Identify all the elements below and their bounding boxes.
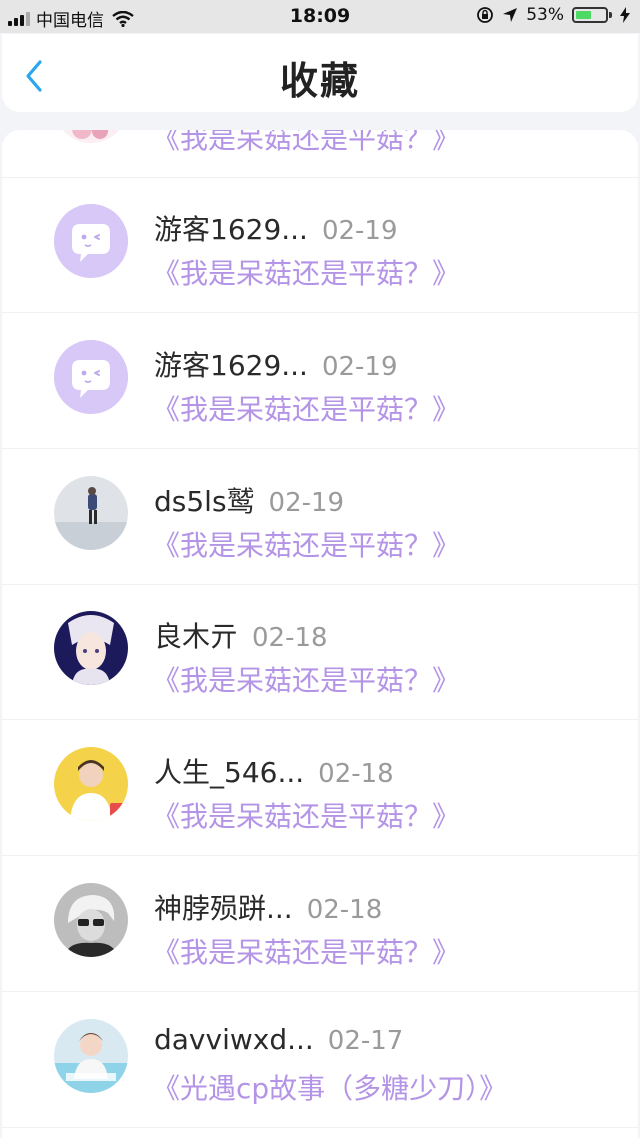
favorites-list[interactable]: 《我是呆菇还是平菇？》 游客1629... 02-19 《我是呆菇还是平菇？》 (2, 130, 638, 1138)
item-date: 02-19 (268, 488, 345, 518)
user-name: davviwxd... (154, 1023, 314, 1056)
item-date: 02-18 (252, 623, 328, 653)
avatar (54, 130, 128, 143)
item-date: 02-19 (321, 352, 398, 382)
list-item[interactable]: 人生_546... 02-18 《我是呆菇还是平菇？》 (2, 721, 638, 856)
item-date: 02-19 (321, 216, 398, 246)
item-meta: 游客1629... 02-19 (154, 208, 398, 248)
user-name: ds5ls鹫 (154, 485, 255, 518)
divider (2, 719, 638, 720)
story-title[interactable]: 《我是呆菇还是平菇？》 (152, 659, 460, 699)
user-name: 人生_546... (154, 756, 305, 789)
battery-level (576, 11, 591, 19)
battery-percent: 53% (526, 5, 564, 25)
item-meta: 人生_546... 02-18 (154, 751, 394, 791)
item-meta: davviwxd... 02-17 (154, 1023, 403, 1056)
status-bar: 中国电信 18:09 53% (0, 0, 640, 33)
item-date: 02-18 (306, 895, 383, 925)
item-meta: 良木亓 02-18 (154, 615, 328, 655)
divider (2, 991, 638, 992)
user-name: 游客1629... (154, 349, 308, 382)
item-meta: 神脖殒跰... 02-18 (154, 887, 382, 927)
avatar (54, 883, 128, 957)
item-meta: 游客1629... 02-19 (154, 344, 398, 384)
story-title[interactable]: 《我是呆菇还是平菇？》 (152, 130, 460, 157)
item-date: 02-17 (327, 1026, 404, 1056)
avatar (54, 476, 128, 550)
avatar (54, 747, 128, 821)
location-arrow-icon (503, 8, 518, 22)
story-title[interactable]: 《我是呆菇还是平菇？》 (152, 252, 460, 292)
list-item[interactable]: ds5ls鹫 02-19 《我是呆菇还是平菇？》 (2, 450, 638, 585)
story-title[interactable]: 《我是呆菇还是平菇？》 (152, 931, 460, 971)
guest-chat-bubble-icon (54, 340, 128, 414)
item-date: 02-18 (318, 759, 394, 789)
charging-bolt-icon (620, 7, 630, 23)
story-title[interactable]: 《我是呆菇还是平菇？》 (152, 388, 460, 428)
user-name: 游客1629... (154, 213, 308, 246)
divider (2, 855, 638, 856)
avatar (54, 1019, 128, 1093)
nav-bar: 收藏 (2, 34, 638, 112)
divider (2, 448, 638, 449)
list-item[interactable]: 神脖殒跰... 02-18 《我是呆菇还是平菇？》 (2, 857, 638, 992)
user-name: 神脖殒跰... (154, 892, 293, 925)
story-title[interactable]: 《光遇cp故事（多糖少刀）》 (152, 1067, 507, 1107)
divider (2, 1127, 638, 1128)
list-item[interactable]: 良木亓 02-18 《我是呆菇还是平菇？》 (2, 585, 638, 720)
status-right: 53% (476, 5, 630, 25)
story-title[interactable]: 《我是呆菇还是平菇？》 (152, 524, 460, 564)
story-title[interactable]: 《我是呆菇还是平菇？》 (152, 795, 460, 835)
avatar (54, 340, 128, 414)
list-item[interactable]: 游客1629... 02-19 《我是呆菇还是平菇？》 (2, 178, 638, 313)
guest-chat-bubble-icon (54, 204, 128, 278)
list-item[interactable]: 《我是呆菇还是平菇？》 (2, 130, 638, 178)
page-title: 收藏 (279, 59, 360, 103)
avatar (54, 204, 128, 278)
avatar (54, 611, 128, 685)
list-item[interactable]: 游客1629... 02-19 《我是呆菇还是平菇？》 (2, 314, 638, 449)
item-meta: ds5ls鹫 02-19 (154, 480, 344, 520)
orientation-lock-icon (477, 7, 494, 23)
list-item[interactable]: davviwxd... 02-17 《光遇cp故事（多糖少刀）》 (2, 993, 638, 1128)
divider (2, 312, 638, 313)
battery-icon (572, 7, 612, 23)
user-name: 良木亓 (154, 620, 239, 653)
